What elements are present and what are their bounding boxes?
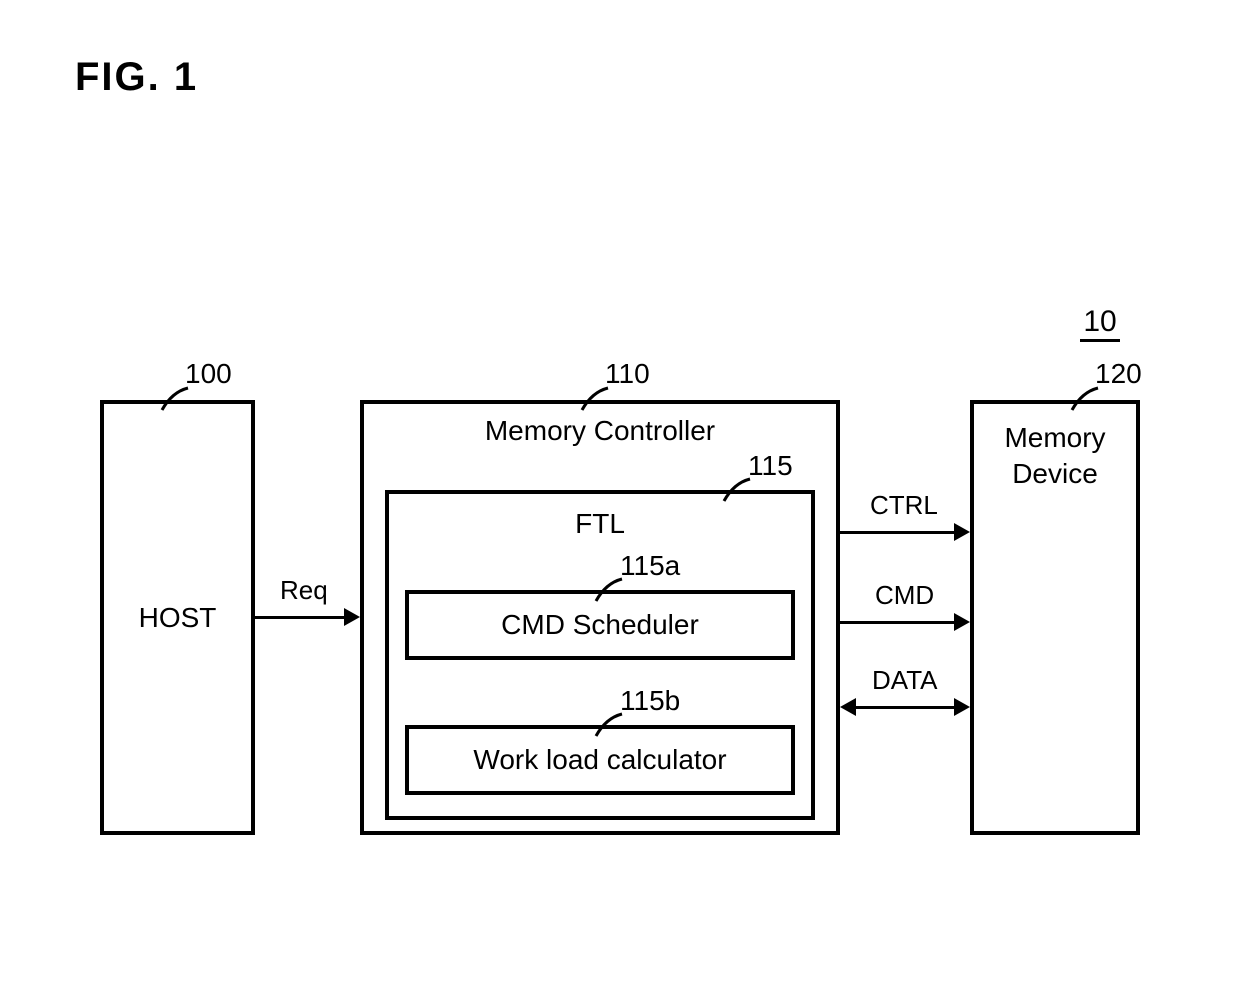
work-load-calculator-label: Work load calculator	[473, 744, 726, 776]
work-load-calculator-ref: 115b	[620, 685, 680, 717]
leader-tick-icon	[580, 384, 610, 414]
memory-device-label-line2: Device	[1012, 458, 1098, 489]
ftl-ref: 115	[748, 450, 793, 482]
leader-tick-icon	[722, 475, 752, 505]
ctrl-signal-label: CTRL	[870, 490, 938, 521]
data-signal-label: DATA	[872, 665, 937, 696]
arrow-right-icon	[344, 608, 360, 626]
memory-device-label: Memory Device	[970, 420, 1140, 493]
ftl-title: FTL	[385, 508, 815, 540]
req-signal-label: Req	[280, 575, 328, 606]
leader-tick-icon	[594, 710, 624, 740]
host-ref: 100	[185, 358, 232, 390]
data-arrow-line	[853, 706, 957, 709]
host-label: HOST	[100, 400, 255, 835]
cmd-signal-label: CMD	[875, 580, 934, 611]
arrow-right-icon	[954, 613, 970, 631]
leader-tick-icon	[594, 575, 624, 605]
diagram-canvas: FIG. 1 10 HOST 100 Memory Controller 110…	[0, 0, 1240, 991]
leader-tick-icon	[160, 384, 190, 414]
ctrl-arrow-line	[840, 531, 957, 534]
memory-device-label-line1: Memory	[1004, 422, 1105, 453]
memory-device-ref: 120	[1095, 358, 1142, 390]
cmd-arrow-line	[840, 621, 957, 624]
memory-controller-ref: 110	[605, 358, 650, 390]
cmd-scheduler-ref: 115a	[620, 550, 680, 582]
arrow-right-icon	[954, 698, 970, 716]
figure-title: FIG. 1	[75, 55, 198, 100]
cmd-scheduler-label: CMD Scheduler	[501, 609, 699, 641]
leader-tick-icon	[1070, 384, 1100, 414]
arrow-right-icon	[954, 523, 970, 541]
memory-controller-title: Memory Controller	[360, 415, 840, 447]
system-ref: 10	[1080, 305, 1120, 342]
req-arrow-line	[255, 616, 347, 619]
